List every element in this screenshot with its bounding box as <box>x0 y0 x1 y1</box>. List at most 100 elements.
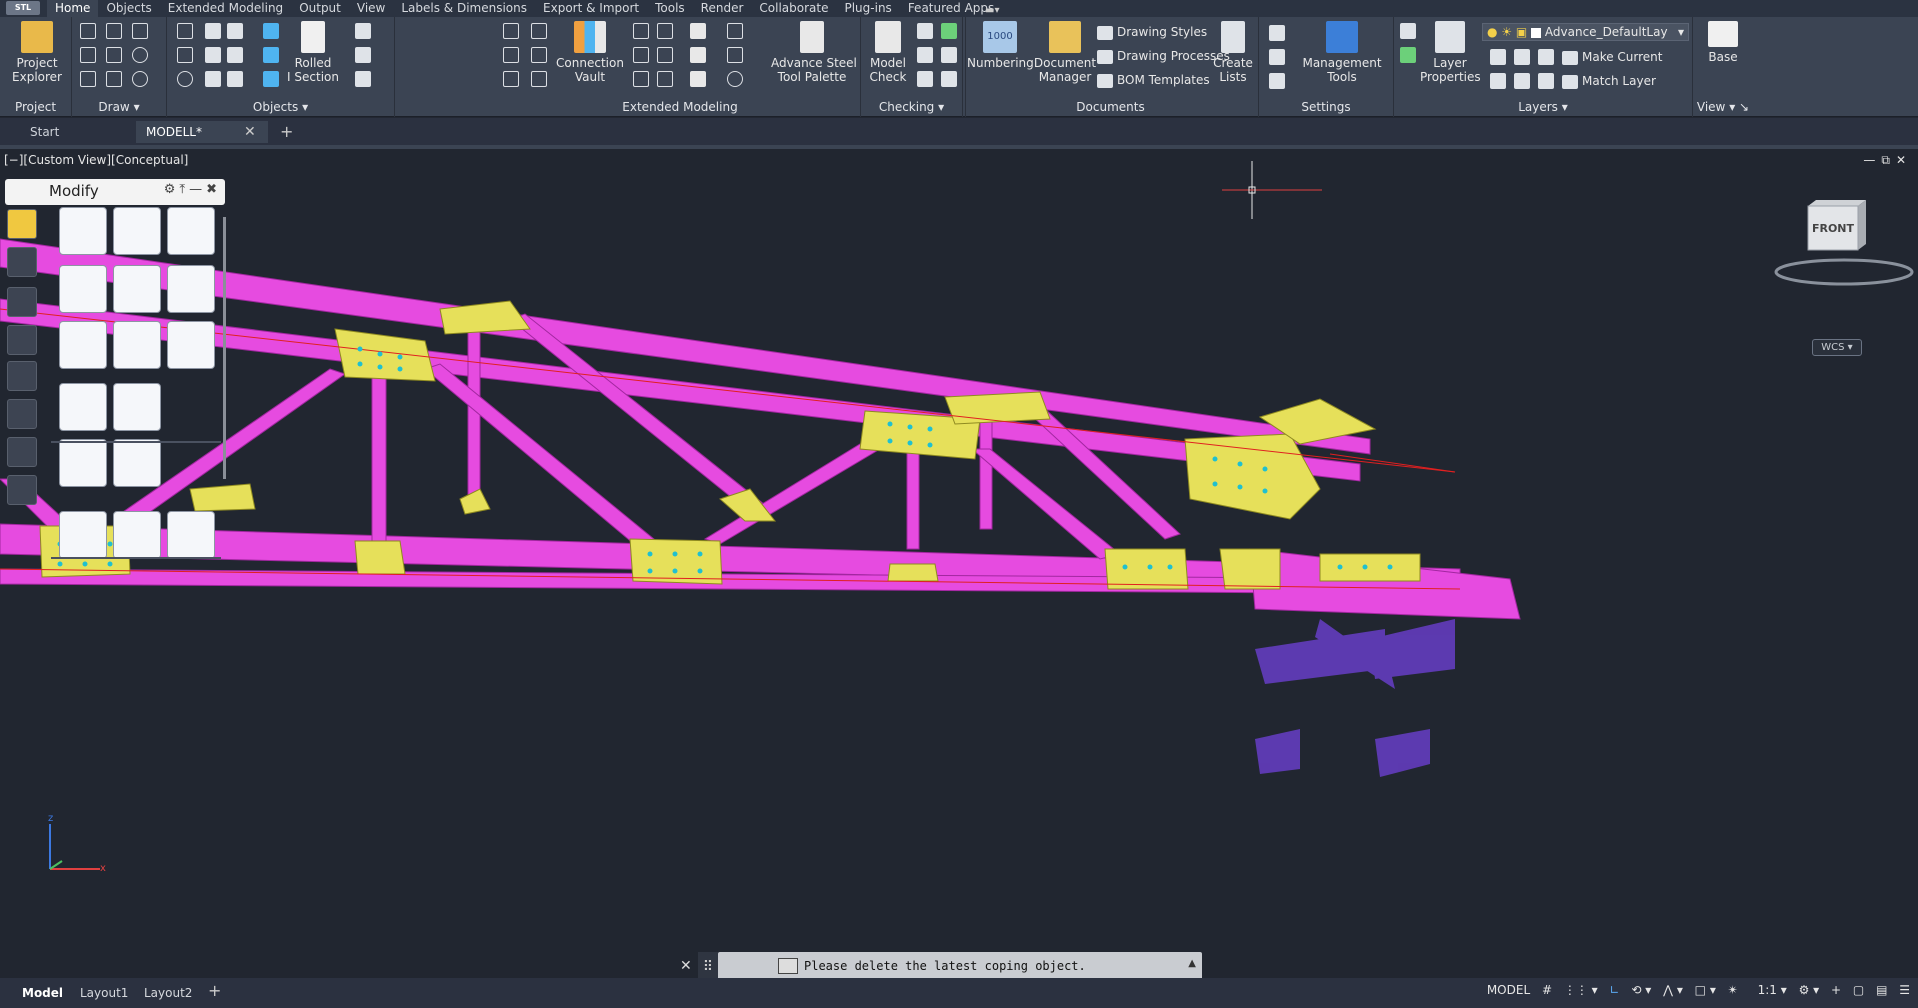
tab-objects[interactable]: Objects <box>98 0 159 17</box>
tab-render[interactable]: Render <box>693 0 752 17</box>
layer-on-icon[interactable] <box>1490 73 1506 89</box>
layer-off-icon[interactable] <box>1490 49 1506 65</box>
globe-icon[interactable] <box>177 71 193 87</box>
copy-icon[interactable] <box>113 207 161 255</box>
x-brace-icon[interactable] <box>633 71 649 87</box>
steel-truss-model[interactable]: z x <box>0 149 1918 978</box>
spline-icon[interactable] <box>132 23 148 39</box>
grating-icon[interactable] <box>727 47 743 63</box>
base-view-button[interactable]: Base <box>1701 21 1745 64</box>
layer-thaw-icon[interactable] <box>1514 73 1530 89</box>
gear-status-icon[interactable]: ⚙ ▾ <box>1799 983 1820 997</box>
layer-unlock-icon[interactable] <box>1538 73 1554 89</box>
ellipse-icon[interactable] <box>132 71 148 87</box>
clean-screen-icon[interactable]: ▤ <box>1876 983 1887 997</box>
viewport-window-controls[interactable]: —⧉✕ <box>1863 153 1912 168</box>
measure-tab-icon[interactable] <box>7 325 37 355</box>
tool-palette-button[interactable]: Advance Steel Tool Palette <box>771 21 857 84</box>
pin-icon[interactable]: ⤒ <box>179 182 189 197</box>
extend-icon[interactable] <box>59 511 107 559</box>
filter-tab-icon[interactable] <box>7 399 37 429</box>
make-current-button[interactable]: Make Current <box>1562 48 1663 66</box>
command-line[interactable]: ⠿ ✕ Please delete the latest coping obje… <box>680 952 1202 978</box>
audit-icon[interactable] <box>917 47 933 63</box>
cage-icon[interactable] <box>531 23 547 39</box>
beam-icon[interactable] <box>263 71 279 87</box>
viewport-controls-label[interactable]: [−][Custom View][Conceptual] <box>4 153 188 167</box>
house-icon[interactable] <box>690 23 706 39</box>
rolled-i-section-button[interactable]: Rolled I Section <box>283 21 343 84</box>
gear-icon[interactable]: ⚙ <box>164 182 180 197</box>
canopy-icon[interactable] <box>690 71 706 87</box>
cross-section-icon[interactable] <box>263 47 279 63</box>
railing-icon[interactable] <box>503 47 519 63</box>
connection-tab-icon[interactable] <box>7 287 37 317</box>
mirror-icon[interactable] <box>113 265 161 313</box>
layer-lock-icon[interactable] <box>1538 49 1554 65</box>
tab-collaborate[interactable]: Collaborate <box>751 0 836 17</box>
chamfer-icon[interactable] <box>113 439 161 487</box>
circle-icon[interactable] <box>132 47 148 63</box>
model-check-button[interactable]: Model Check <box>863 21 913 84</box>
rotate-icon[interactable] <box>727 71 743 87</box>
layer-state-icon[interactable] <box>1400 23 1416 39</box>
stretch-icon[interactable] <box>167 207 215 255</box>
shorten-icon[interactable] <box>227 47 243 63</box>
roof-icon[interactable] <box>690 47 706 63</box>
add-layout-icon[interactable]: + <box>208 981 221 1000</box>
fillet-icon[interactable] <box>59 439 107 487</box>
tab-tools[interactable]: Tools <box>647 0 693 17</box>
close-viewport-icon[interactable]: ✕ <box>1896 153 1912 167</box>
plate-fold-icon[interactable] <box>227 23 243 39</box>
command-history-icon[interactable] <box>778 958 798 974</box>
profile-tab-icon[interactable] <box>7 437 37 467</box>
layer-dropdown[interactable]: ● ☀ ▣ Advance_DefaultLay ▾ <box>1482 23 1689 41</box>
polar-toggle-icon[interactable]: ⟲ ▾ <box>1631 983 1651 997</box>
weld-tab-icon[interactable] <box>7 475 37 505</box>
panel-title-objects[interactable]: Objects ▾ <box>167 100 394 116</box>
tab-extended-modeling[interactable]: Extended Modeling <box>160 0 291 17</box>
layer-isolate-icon[interactable] <box>1400 47 1416 63</box>
close-palette-icon[interactable]: ✖ <box>206 182 221 197</box>
rotate-3d-icon[interactable] <box>59 321 107 369</box>
bracket-icon[interactable] <box>657 47 673 63</box>
panel-title-checking[interactable]: Checking ▾ <box>861 100 962 116</box>
tab-home[interactable]: Home <box>47 0 99 17</box>
wcs-menu[interactable]: WCS ▾ <box>1812 339 1862 356</box>
document-manager-button[interactable]: Document Manager <box>1033 21 1097 84</box>
panel-title-layers[interactable]: Layers ▾ <box>1394 100 1692 116</box>
column-icon[interactable] <box>263 23 279 39</box>
drawing-processes-button[interactable]: Drawing Processes <box>1097 47 1230 65</box>
spiral-stair-icon[interactable] <box>727 23 743 39</box>
palette-scrollbar[interactable] <box>223 217 226 479</box>
annotation-scale[interactable]: 1:1 ▾ <box>1750 983 1787 997</box>
drawing-styles-button[interactable]: Drawing Styles <box>1097 23 1207 41</box>
polyline-icon[interactable] <box>80 23 96 39</box>
marker-icon[interactable] <box>941 47 957 63</box>
layer-freeze-icon[interactable] <box>1514 49 1530 65</box>
palette-header[interactable]: Modify ⚙⤒—✖ <box>5 179 225 205</box>
pencil-tab-icon[interactable] <box>7 209 37 239</box>
create-lists-button[interactable]: Create Lists <box>1211 21 1255 84</box>
construction-line-icon[interactable] <box>106 47 122 63</box>
clash-icon[interactable] <box>917 23 933 39</box>
tab-plug-ins[interactable]: Plug-ins <box>836 0 899 17</box>
tab-export-import[interactable]: Export & Import <box>535 0 647 17</box>
hardware-acceleration-icon[interactable]: ▢ <box>1853 983 1864 997</box>
array-icon[interactable] <box>167 265 215 313</box>
model-viewport[interactable]: z x [−][Custom View][Conceptual] —⧉✕ Mod… <box>0 149 1918 978</box>
grid-toggle-icon[interactable]: # <box>1542 983 1552 997</box>
connection-vault-button[interactable]: Connection Vault <box>555 21 625 84</box>
isodraft-toggle-icon[interactable]: ⋀ ▾ <box>1663 983 1683 997</box>
line-icon[interactable] <box>80 47 96 63</box>
model-space-toggle[interactable]: MODEL <box>1487 983 1530 997</box>
tools-tab-icon[interactable] <box>7 247 37 277</box>
application-button[interactable]: STL <box>6 1 40 15</box>
polygon-icon[interactable] <box>80 71 96 87</box>
bom-templates-button[interactable]: BOM Templates <box>1097 71 1210 89</box>
split-plate-icon[interactable] <box>205 47 221 63</box>
start-tab[interactable]: Start <box>20 121 69 143</box>
curved-beam-icon[interactable] <box>355 71 371 87</box>
project-explorer-button[interactable]: Project Explorer <box>10 21 64 84</box>
bracing-icon[interactable] <box>531 71 547 87</box>
